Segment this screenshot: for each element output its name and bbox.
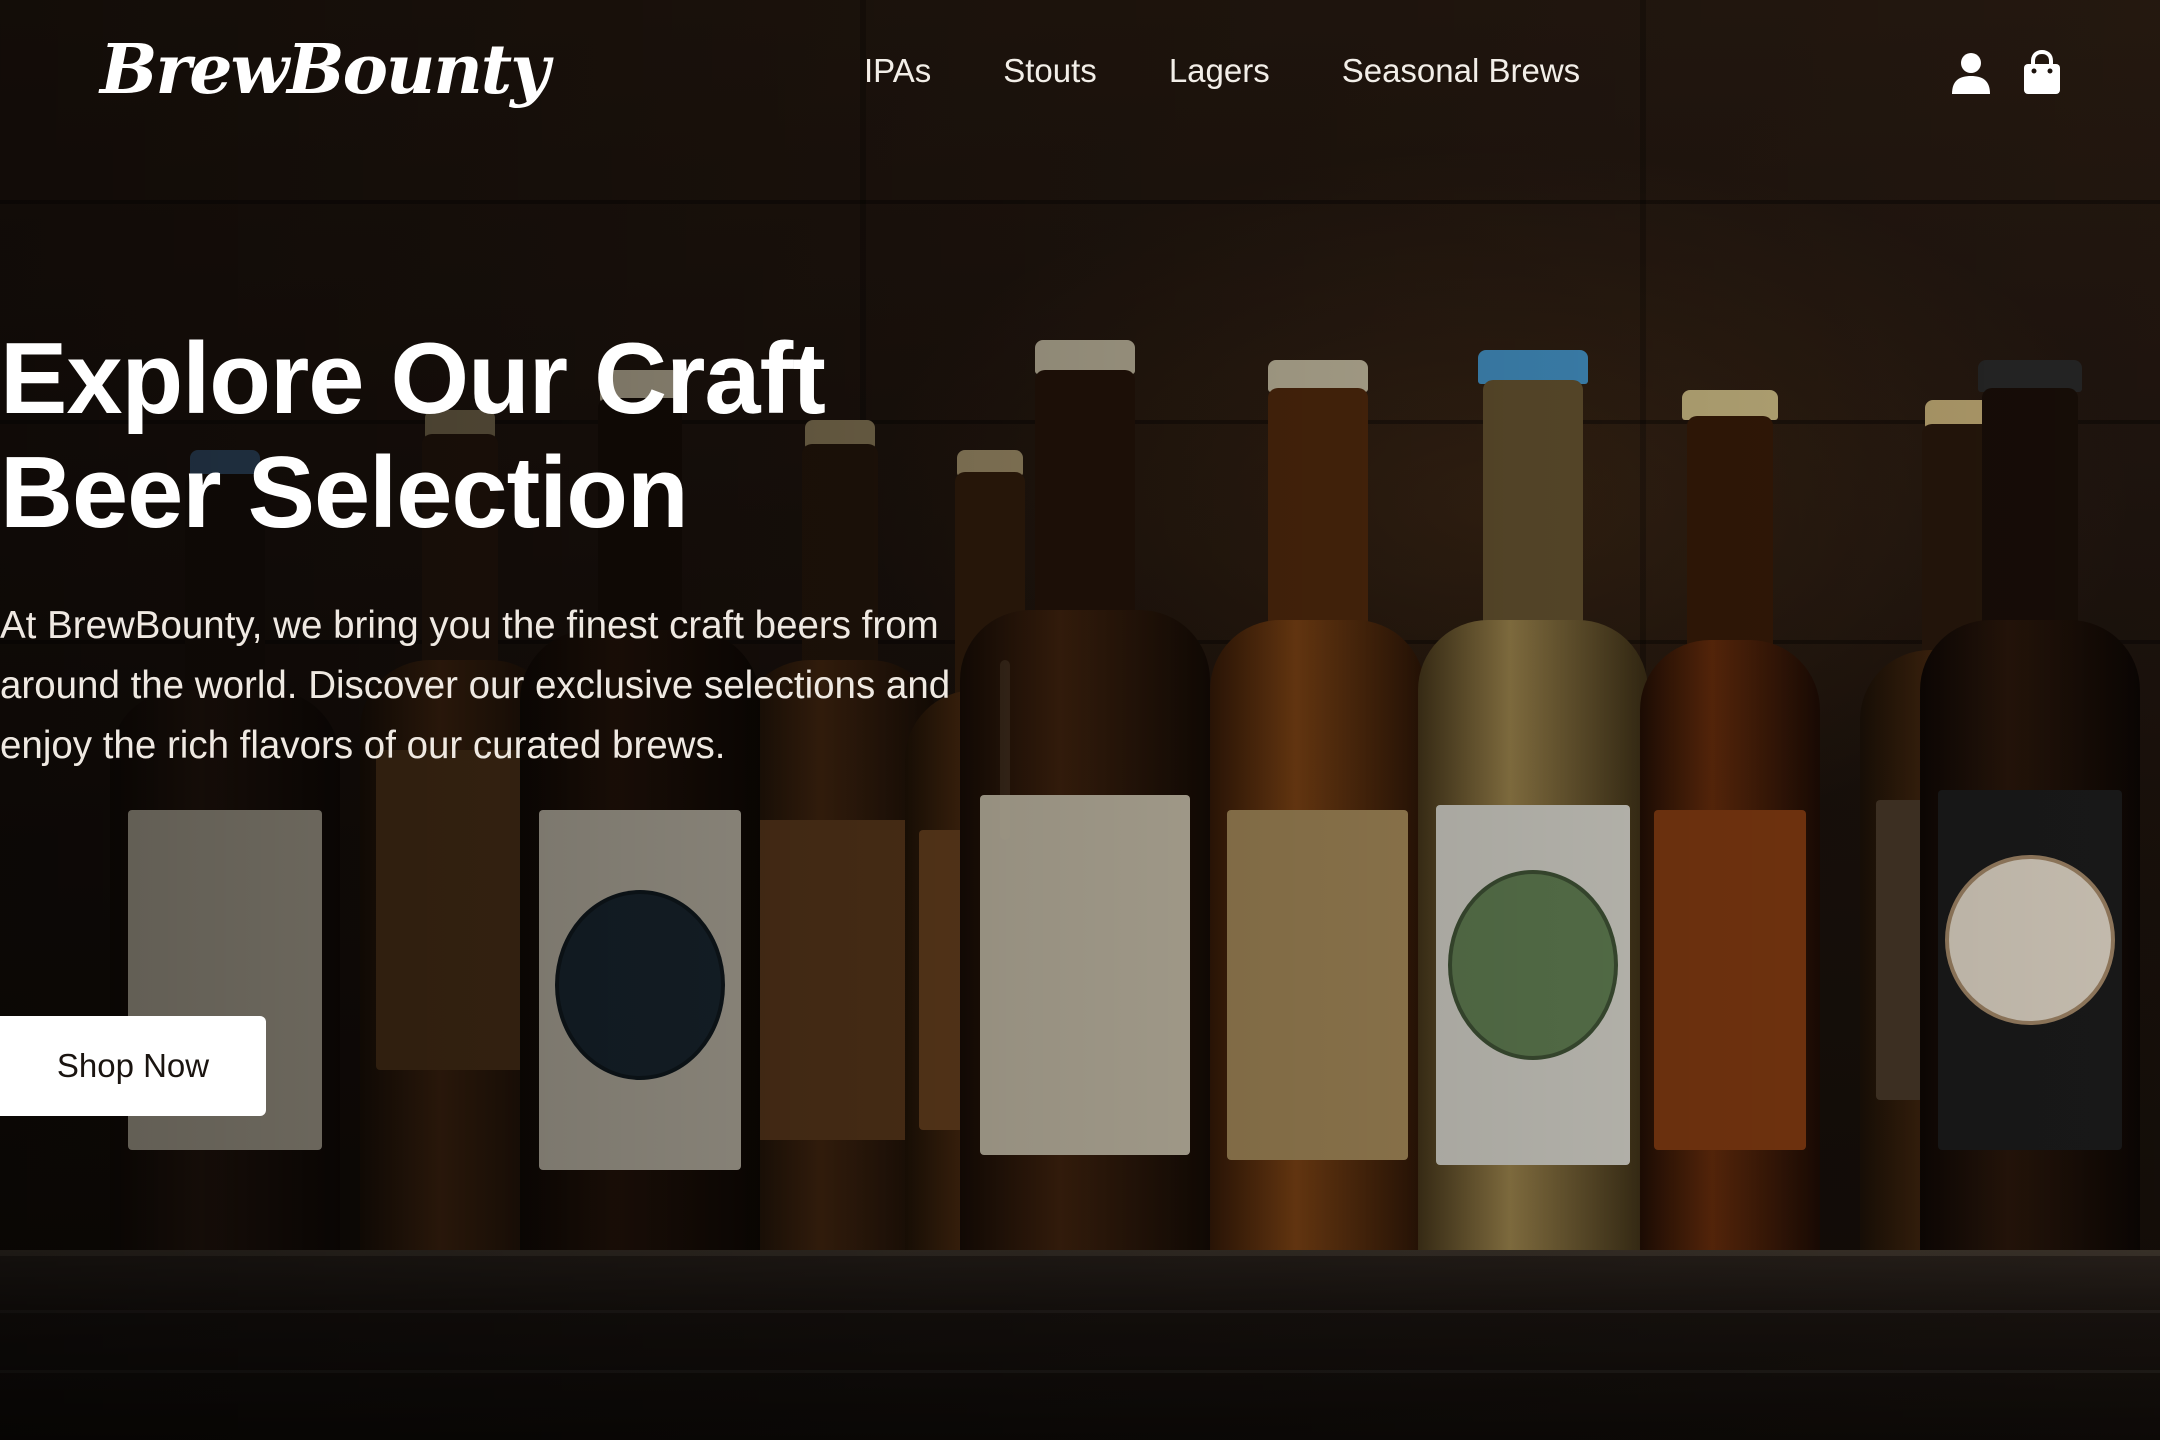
hero-description: At BrewBounty, we bring you the finest c… <box>0 604 951 767</box>
main-nav: IPAs Stouts Lagers Seasonal Brews <box>864 52 1580 90</box>
nav-item-stouts[interactable]: Stouts <box>1003 52 1097 90</box>
hero-title-line-2: Beer Selection <box>0 437 689 549</box>
shopping-bag-icon[interactable] <box>2022 49 2068 96</box>
hero-title: Explore Our Craft Beer Selection <box>0 322 1000 550</box>
nav-item-ipas[interactable]: IPAs <box>864 52 931 90</box>
site-header: BrewBounty IPAs Stouts Lagers Seasonal B… <box>0 0 2160 150</box>
hero-title-line-1: Explore Our Craft <box>0 323 826 435</box>
nav-item-lagers[interactable]: Lagers <box>1169 52 1270 90</box>
brand-logo[interactable]: BrewBounty <box>100 30 550 110</box>
user-icon[interactable] <box>1948 50 1994 96</box>
nav-item-seasonal-brews[interactable]: Seasonal Brews <box>1342 52 1580 90</box>
shop-now-button[interactable]: Shop Now <box>0 1016 266 1116</box>
